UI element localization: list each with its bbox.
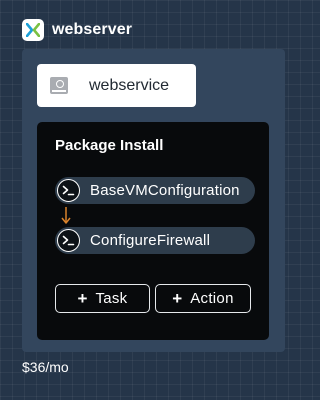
add-task-button[interactable]: + Task — [55, 284, 150, 313]
package-title: Package Install — [55, 137, 164, 154]
monthly-cost: $36/mo — [22, 359, 69, 375]
service-label: webservice — [89, 76, 170, 94]
terminal-icon — [57, 179, 80, 202]
plus-icon: + — [172, 289, 183, 308]
terminal-icon — [57, 229, 80, 252]
step-base-vm-configuration[interactable]: BaseVMConfiguration — [55, 177, 255, 204]
app-title: webserver — [52, 21, 133, 38]
step-configure-firewall[interactable]: ConfigureFirewall — [55, 227, 255, 254]
server-icon — [50, 77, 68, 94]
add-task-label: Task — [95, 290, 128, 307]
add-action-button[interactable]: + Action — [155, 284, 251, 313]
step-label: ConfigureFirewall — [90, 232, 211, 249]
service-card[interactable]: webservice — [37, 64, 196, 107]
step-label: BaseVMConfiguration — [90, 182, 240, 199]
x-logo-icon — [22, 19, 44, 41]
arrow-down-icon — [61, 207, 71, 224]
add-action-label: Action — [190, 290, 234, 307]
plus-icon: + — [77, 289, 88, 308]
header: webserver — [22, 19, 132, 41]
